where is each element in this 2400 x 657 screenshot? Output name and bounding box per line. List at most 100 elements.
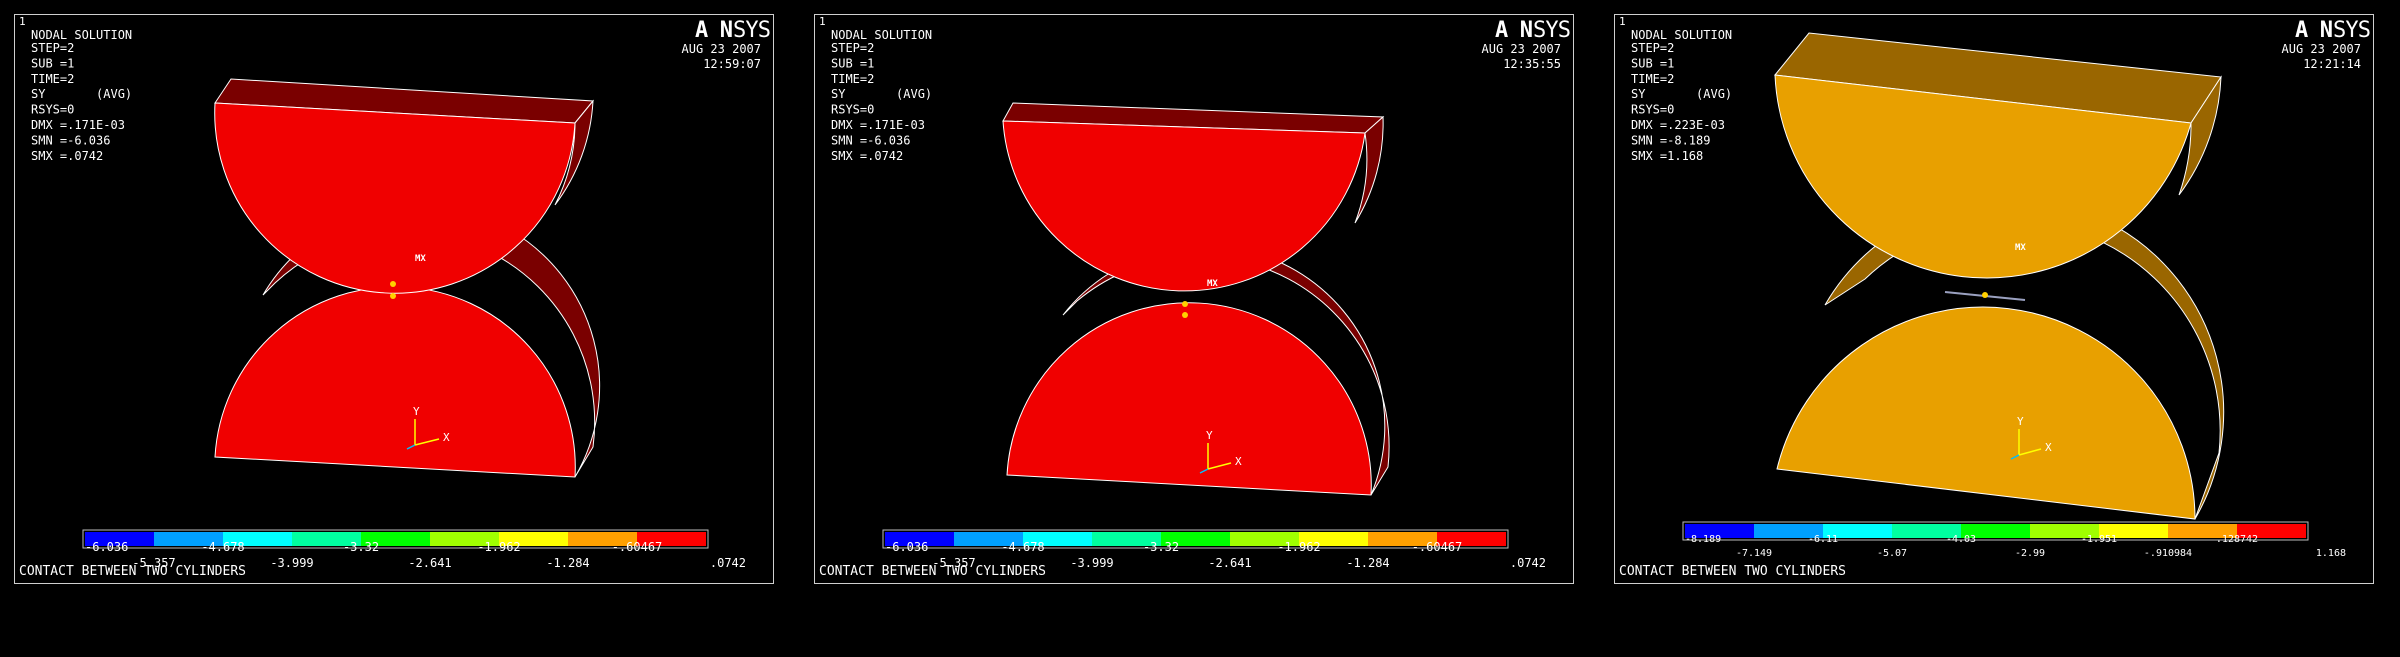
legend-value-label: -4.678 <box>1001 540 1044 554</box>
svg-text:AN: AN <box>2295 18 2333 43</box>
plot-time: 12:35:55 <box>1503 57 1561 71</box>
ansys-plot-window-2[interactable]: MX Y X 1 AN SYS AUG 23 2007 12:35:55 NOD… <box>814 14 1574 584</box>
solution-info-line: TIME=2 <box>1631 72 1674 86</box>
contact-node-marker <box>390 293 396 299</box>
legend-value-label: -3.999 <box>270 556 313 570</box>
legend-value-label: -8.189 <box>1685 534 1721 545</box>
solution-info: NODAL SOLUTIONSTEP=2SUB =1 TIME=2SY (AVG)… <box>31 28 132 163</box>
lower-cylinder-front <box>1006 302 1372 496</box>
legend-value-label: -7.149 <box>1736 548 1772 559</box>
contact-node-marker <box>1182 312 1188 318</box>
legend-value-label: -.60467 <box>612 540 663 554</box>
window-number: 1 <box>19 15 26 28</box>
legend-value-label: -1.962 <box>477 540 520 554</box>
plot-time: 12:59:07 <box>703 57 761 71</box>
window-number: 1 <box>819 15 826 28</box>
solution-info-line: TIME=2 <box>31 72 74 86</box>
legend-value-label: 1.168 <box>2316 548 2346 559</box>
ansys-logo: AN SYS <box>695 18 771 43</box>
upper-cylinder-front <box>1002 120 1366 292</box>
solution-info-line: TIME=2 <box>831 72 874 86</box>
solution-info-line: SMX =.0742 <box>831 149 903 163</box>
solution-info-line: SMN =-6.036 <box>831 133 910 147</box>
window-number: 1 <box>1619 15 1626 28</box>
solution-info-line: DMX =.223E-03 <box>1631 118 1725 132</box>
solution-info-line: RSYS=0 <box>1631 103 1674 117</box>
solution-info-line: DMX =.171E-03 <box>831 118 925 132</box>
solution-info-line: STEP=2 <box>1631 41 1674 55</box>
contact-node-marker <box>1982 292 1988 298</box>
axis-y-label: Y <box>2017 415 2024 428</box>
mx-label: MX <box>2015 243 2026 253</box>
svg-text:SYS: SYS <box>1533 18 1571 43</box>
svg-text:AN: AN <box>695 18 733 43</box>
lower-cylinder-front <box>214 286 576 478</box>
svg-text:AN: AN <box>1495 18 1533 43</box>
plot-date: AUG 23 2007 <box>1482 42 1561 56</box>
ansys-plot-window-3[interactable]: MX Y X 1 AN SYS AUG 23 2007 12:21:14 NOD… <box>1614 14 2374 584</box>
solution-info-line: SMX =.0742 <box>31 149 103 163</box>
legend-value-label: .0742 <box>1510 556 1546 570</box>
axis-x-label: X <box>2045 441 2052 454</box>
ansys-logo: AN SYS <box>1495 18 1571 43</box>
solution-info-line: SUB =1 <box>31 56 74 70</box>
legend-value-label: -3.999 <box>1070 556 1113 570</box>
plot-footer-title: CONTACT BETWEEN TWO CYLINDERS <box>19 564 246 579</box>
svg-text:SYS: SYS <box>733 18 771 43</box>
legend-bottom-labels: -7.149 -5.07 -2.99 -.910984 1.168 <box>1736 548 2346 559</box>
ansys-logo: AN SYS <box>2295 18 2371 43</box>
legend-value-label: .128742 <box>2216 534 2258 545</box>
contour-legend <box>1682 521 2309 541</box>
legend-value-label: -4.678 <box>201 540 244 554</box>
axis-x-label: X <box>443 431 450 444</box>
solution-info-line: RSYS=0 <box>831 103 874 117</box>
legend-value-label: -3.32 <box>1143 540 1179 554</box>
solution-info-line: SMN =-8.189 <box>1631 133 1710 147</box>
solution-info-line: RSYS=0 <box>31 103 74 117</box>
solution-info-line: SMX =1.168 <box>1631 149 1703 163</box>
legend-value-label: -.910984 <box>2144 548 2192 559</box>
ansys-plot-window-1[interactable]: MX Y X 1 AN SYS AUG 23 2007 12:59:07 NOD… <box>14 14 774 584</box>
legend-value-label: -3.32 <box>343 540 379 554</box>
legend-value-label: -5.07 <box>1877 548 1907 559</box>
plot-canvas: MX Y X 1 AN SYS AUG 23 2007 12:21:14 NOD… <box>1619 15 2371 579</box>
contact-node-marker <box>1182 301 1188 307</box>
legend-value-label: -2.641 <box>1208 556 1251 570</box>
solution-info-line: SY (AVG) <box>1631 87 1732 101</box>
plot-type-label: NODAL SOLUTION <box>1631 28 1732 42</box>
plot-canvas: MX Y X 1 AN SYS AUG 23 2007 12:35:55 NOD… <box>819 15 1571 579</box>
mx-label: MX <box>415 254 426 264</box>
plot-date: AUG 23 2007 <box>682 42 761 56</box>
plot-date: AUG 23 2007 <box>2282 42 2361 56</box>
plot-footer-title: CONTACT BETWEEN TWO CYLINDERS <box>1619 564 1846 579</box>
mx-label: MX <box>1207 279 1218 289</box>
legend-value-label: -2.641 <box>408 556 451 570</box>
lower-cylinder-front <box>1776 306 2196 520</box>
legend-value-label: -6.036 <box>85 540 128 554</box>
svg-text:SYS: SYS <box>2333 18 2371 43</box>
legend-value-label: -6.036 <box>885 540 928 554</box>
solution-info: NODAL SOLUTIONSTEP=2SUB =1 TIME=2SY (AVG)… <box>1631 28 1732 163</box>
axis-x-label: X <box>1235 455 1242 468</box>
legend-value-label: -1.284 <box>546 556 589 570</box>
contact-node-marker <box>390 281 396 287</box>
legend-value-label: .0742 <box>710 556 746 570</box>
plot-footer-title: CONTACT BETWEEN TWO CYLINDERS <box>819 564 1046 579</box>
legend-value-label: -6.11 <box>1808 534 1838 545</box>
plot-time: 12:21:14 <box>2303 57 2361 71</box>
solution-info-line: DMX =.171E-03 <box>31 118 125 132</box>
solution-info-line: SY (AVG) <box>831 87 932 101</box>
axis-y-label: Y <box>413 405 420 418</box>
legend-value-label: -2.99 <box>2015 548 2045 559</box>
legend-value-label: -1.962 <box>1277 540 1320 554</box>
plot-type-label: NODAL SOLUTION <box>831 28 932 42</box>
solution-info-line: SUB =1 <box>1631 56 1674 70</box>
plot-type-label: NODAL SOLUTION <box>31 28 132 42</box>
plot-canvas: MX Y X 1 AN SYS AUG 23 2007 12:59:07 NOD… <box>19 15 771 579</box>
solution-info-line: SMN =-6.036 <box>31 133 110 147</box>
legend-value-label: -4.03 <box>1946 534 1976 545</box>
legend-value-label: -1.951 <box>2081 534 2117 545</box>
legend-value-label: -1.284 <box>1346 556 1389 570</box>
solution-info-line: SY (AVG) <box>31 87 132 101</box>
solution-info-line: STEP=2 <box>31 41 74 55</box>
